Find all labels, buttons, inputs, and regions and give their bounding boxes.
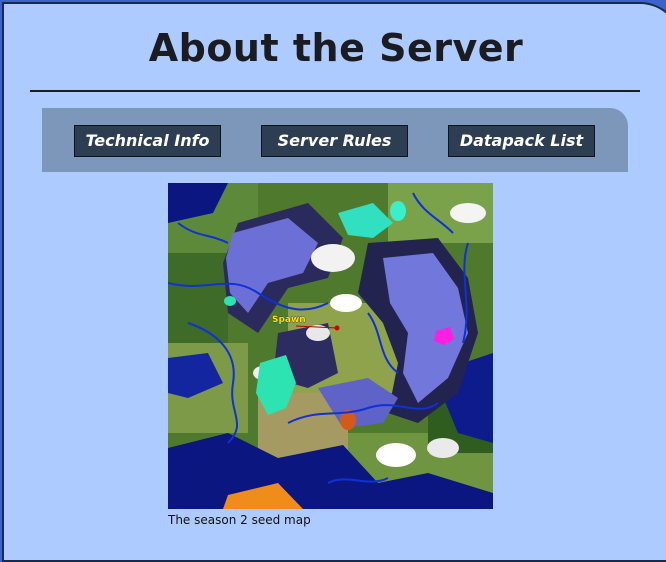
section-nav-bar: Technical Info Server Rules Datapack Lis… <box>42 108 628 172</box>
map-caption: The season 2 seed map <box>168 513 311 527</box>
page-title: About the Server <box>148 26 524 70</box>
spawn-label: Spawn <box>272 315 306 325</box>
technical-info-button[interactable]: Technical Info <box>74 125 221 157</box>
server-rules-button[interactable]: Server Rules <box>261 125 408 157</box>
datapack-list-button[interactable]: Datapack List <box>448 125 595 157</box>
seed-map-image: Spawn <box>168 183 493 509</box>
title-divider <box>30 90 640 92</box>
